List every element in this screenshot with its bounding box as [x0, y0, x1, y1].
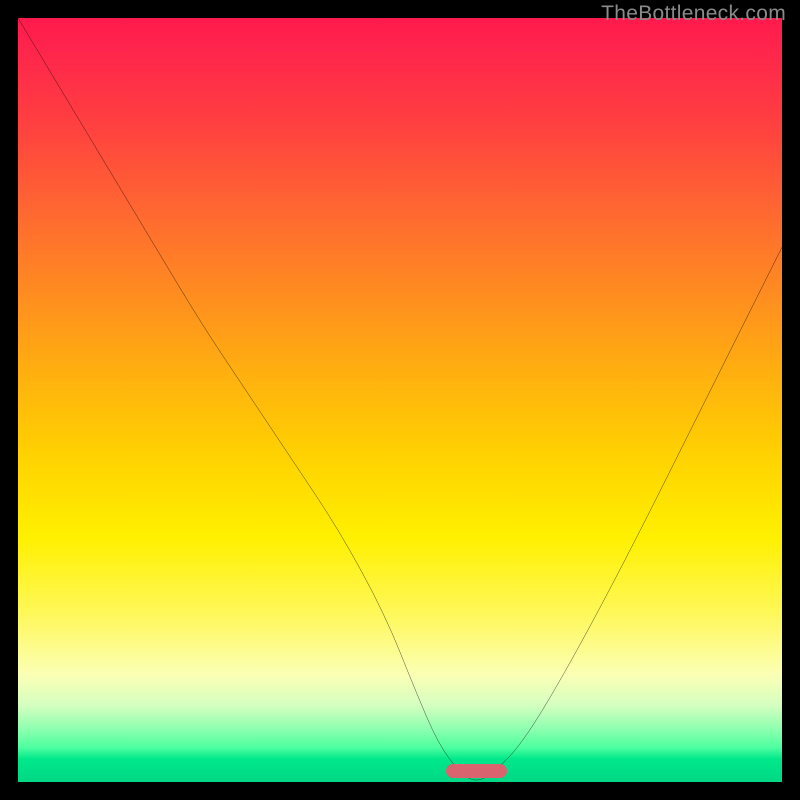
optimal-range-marker [446, 764, 507, 778]
watermark-text: TheBottleneck.com [601, 2, 786, 26]
bottleneck-curve [18, 18, 782, 782]
chart-frame: TheBottleneck.com [0, 0, 800, 800]
plot-area [18, 18, 782, 782]
